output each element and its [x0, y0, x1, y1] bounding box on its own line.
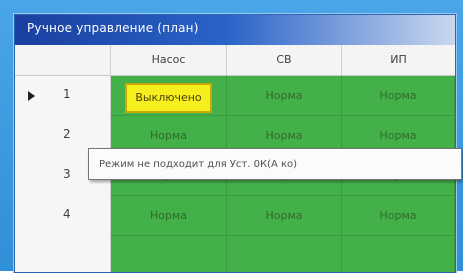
row-header-1[interactable]: 1 [15, 76, 111, 117]
cell-tooltip: Режим не подходит для Уст. 0К(А ко) [88, 148, 462, 180]
column-header-3[interactable]: ИП [342, 45, 455, 75]
grid-corner[interactable] [15, 45, 111, 75]
grid-cell-r5-c2[interactable] [227, 236, 342, 272]
row-number: 1 [63, 87, 71, 101]
row-number: 3 [63, 167, 71, 181]
selected-cell-value: Выключено [125, 83, 212, 113]
grid-cell-r5-c3[interactable] [342, 236, 455, 272]
column-header-1[interactable]: Насос [111, 45, 227, 75]
row-header-5[interactable] [15, 236, 111, 272]
grid-cell-r4-c2[interactable]: Норма [227, 196, 342, 236]
control-window: Ручное управление (план) Насос СВ ИП 1 В… [14, 14, 456, 273]
grid-cell-r1-c3[interactable]: Норма [342, 76, 455, 116]
window-titlebar[interactable]: Ручное управление (план) [15, 15, 455, 45]
current-row-icon [28, 91, 35, 101]
grid-cell-r4-c1[interactable]: Норма [111, 196, 227, 236]
grid-header-row: Насос СВ ИП [15, 45, 455, 76]
grid-cell-r1-c1[interactable]: Выключено [111, 76, 227, 116]
grid-cell-r5-c1[interactable] [111, 236, 227, 272]
grid-cell-r1-c2[interactable]: Норма [227, 76, 342, 116]
grid-cell-r4-c3[interactable]: Норма [342, 196, 455, 236]
column-header-2[interactable]: СВ [227, 45, 342, 75]
window-title: Ручное управление (план) [27, 21, 199, 35]
row-number: 4 [63, 207, 71, 221]
row-number: 2 [63, 127, 71, 141]
row-header-4[interactable]: 4 [15, 196, 111, 237]
